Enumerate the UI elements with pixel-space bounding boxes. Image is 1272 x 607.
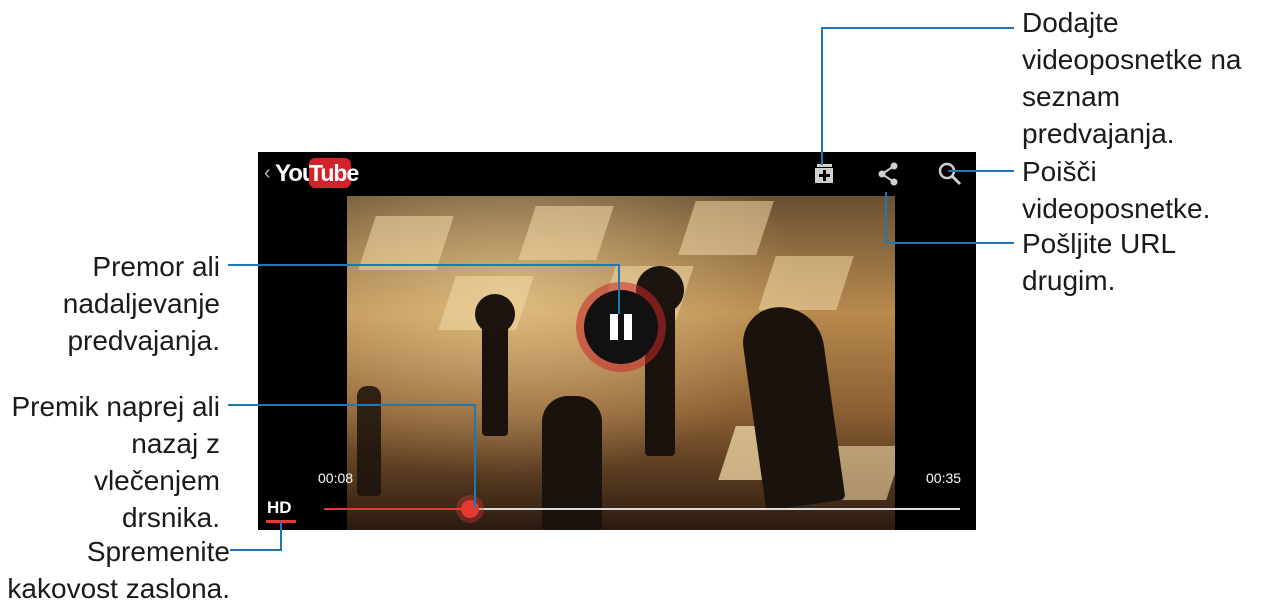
search-icon[interactable]: [936, 160, 964, 188]
callout-pause: Premor ali nadaljevanje predvajanja.: [63, 248, 220, 359]
elapsed-time: 00:08: [318, 470, 354, 486]
total-time: 00:35: [926, 470, 962, 486]
callout-seek: Premik naprej ali nazaj z vlečenjem drsn…: [0, 388, 220, 536]
video-player-screen: ‹ You Tube 00:08 00:35 HD: [258, 152, 976, 530]
top-bar: ‹ You Tube: [258, 152, 976, 196]
callout-line: videoposnetke na: [1022, 44, 1242, 75]
callout-line: Poišči: [1022, 156, 1097, 187]
callout-search: Poišči videoposnetke.: [1022, 153, 1210, 227]
add-to-playlist-icon[interactable]: [810, 160, 838, 188]
youtube-logo-tube[interactable]: Tube: [309, 158, 359, 188]
callout-line: predvajanja.: [1022, 118, 1175, 149]
callout-line: seznam: [1022, 81, 1121, 112]
share-icon[interactable]: [874, 160, 902, 188]
hd-quality-toggle[interactable]: HD: [267, 498, 292, 518]
callout-line: nazaj z vlečenjem: [93, 428, 220, 496]
back-chevron-icon[interactable]: ‹: [264, 162, 271, 185]
callout-line: Spremenite: [86, 536, 230, 567]
callout-line: nadaljevanje: [62, 288, 220, 319]
callout-share: Pošljite URL drugim.: [1022, 228, 1176, 296]
callout-line: predvajanja.: [67, 325, 220, 356]
callout-line: kakovost zaslona.: [7, 573, 230, 604]
callout-add-to-playlist: Dodajte videoposnetke na seznam predvaja…: [1022, 4, 1242, 152]
seek-bar-played: [324, 508, 471, 510]
callout-line: drsnika.: [121, 502, 220, 533]
callout-line: videoposnetke.: [1022, 193, 1211, 224]
callout-line: Dodajte: [1022, 7, 1119, 38]
callout-line: Premik naprej ali: [11, 391, 220, 422]
callout-line: Premor ali: [92, 251, 220, 282]
pause-button[interactable]: [584, 290, 658, 364]
